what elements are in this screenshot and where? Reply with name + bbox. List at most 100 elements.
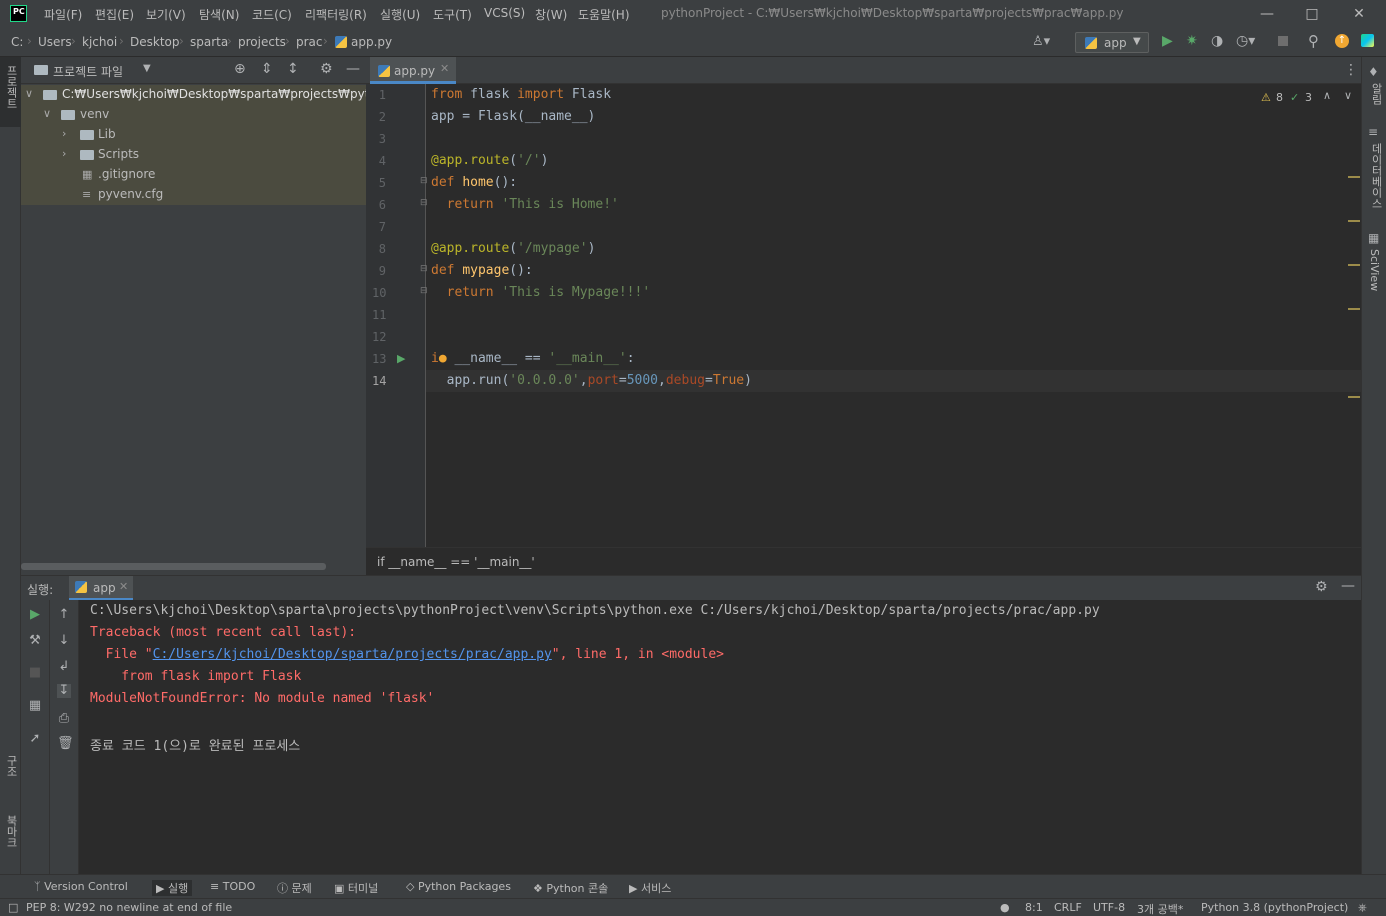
close-window-icon[interactable]: ✕	[1349, 4, 1369, 24]
more-options-icon[interactable]: ⋮	[1344, 62, 1358, 78]
fold-icon[interactable]: ⊟	[420, 264, 428, 274]
warning-stripe[interactable]	[1348, 264, 1360, 266]
arrow-up-icon[interactable]: ↑	[57, 608, 71, 622]
chevron-down-icon[interactable]: ∨	[43, 107, 51, 120]
maximize-icon[interactable]: □	[1302, 4, 1322, 24]
project-tool-tab[interactable]: 프로젝트	[0, 57, 21, 127]
status-message[interactable]: PEP 8: W292 no newline at end of file	[26, 901, 232, 914]
chevron-down-icon[interactable]: ▼	[143, 63, 151, 74]
layout-icon[interactable]: ▦	[28, 699, 42, 713]
status-square-icon[interactable]: □	[8, 901, 18, 914]
breadcrumb-desktop[interactable]: Desktop	[130, 35, 180, 49]
code-breadcrumb[interactable]: if __name__ == '__main__'	[377, 555, 535, 569]
warnings-count[interactable]: 8	[1276, 91, 1283, 104]
breadcrumb-file[interactable]: app.py	[351, 35, 392, 49]
tab-services[interactable]: ▶ 서비스	[629, 880, 671, 896]
run-tab-app[interactable]: app ✕	[69, 576, 133, 601]
print-icon[interactable]: ⎙	[57, 712, 71, 726]
search-icon[interactable]: ⚲	[1308, 32, 1319, 50]
notifications-tool-label[interactable]: 알림	[1368, 83, 1384, 105]
warning-stripe[interactable]	[1348, 396, 1360, 398]
checks-count[interactable]: 3	[1305, 91, 1312, 104]
chevron-down-icon[interactable]: ∨	[25, 87, 33, 100]
gear-icon[interactable]: ⚙	[1315, 579, 1328, 595]
soft-wrap-icon[interactable]: ↲	[57, 660, 71, 674]
bell-icon[interactable]: ♦	[1368, 65, 1379, 79]
breadcrumb-kjchoi[interactable]: kjchoi	[82, 35, 117, 49]
close-tab-icon[interactable]: ✕	[440, 62, 449, 75]
tree-item-gitignore[interactable]: ▦ .gitignore	[21, 165, 366, 185]
tab-version-control[interactable]: ᛉ Version Control	[34, 880, 128, 893]
fold-icon[interactable]: ⊟	[420, 198, 428, 208]
database-tool-label[interactable]: 데이터베이스	[1368, 143, 1384, 209]
breadcrumb-drive[interactable]: C:	[11, 35, 23, 49]
update-icon[interactable]: ↑	[1335, 34, 1349, 48]
hide-panel-icon[interactable]: —	[346, 61, 360, 77]
scroll-to-end-icon[interactable]: ↧	[57, 684, 71, 698]
run-console[interactable]: C:\Users\kjchoi\Desktop\sparta\projects\…	[79, 600, 1361, 874]
line-separator[interactable]: CRLF	[1054, 901, 1082, 914]
gear-icon[interactable]: ⚙	[320, 61, 333, 77]
chevron-right-icon[interactable]: ›	[62, 127, 66, 140]
git-users-icon[interactable]: ●	[1000, 901, 1010, 914]
tree-item-venv[interactable]: ∨ venv	[21, 105, 366, 125]
jetbrains-toolbox-icon[interactable]	[1361, 34, 1374, 47]
menu-navigate[interactable]: 탐색(N)	[199, 6, 239, 23]
menu-vcs[interactable]: VCS(S)	[484, 6, 525, 20]
tab-problems[interactable]: ⓘ 문제	[277, 880, 312, 896]
code-editor[interactable]: 1 2 3 4 5 6 7 8 9 10 11 12 13 14 ▶ ⊟ ⊟ ⊟…	[366, 84, 1361, 547]
warning-stripe[interactable]	[1348, 220, 1360, 222]
breadcrumb-sparta[interactable]: sparta	[190, 35, 228, 49]
menu-help[interactable]: 도움말(H)	[578, 6, 630, 23]
profile-icon[interactable]: ◷▾	[1236, 33, 1255, 49]
chevron-right-icon[interactable]: ›	[62, 147, 66, 160]
wrench-icon[interactable]: ⚒	[28, 634, 42, 648]
coverage-icon[interactable]: ◑	[1211, 33, 1223, 49]
chevron-up-icon[interactable]: ∧	[1323, 89, 1331, 102]
stop-icon[interactable]	[1278, 36, 1288, 46]
warning-stripe[interactable]	[1348, 176, 1360, 178]
bookmarks-tool-label[interactable]: 북마크	[3, 815, 19, 848]
arrow-down-icon[interactable]: ↓	[57, 634, 71, 648]
python-interpreter[interactable]: Python 3.8 (pythonProject)	[1201, 901, 1348, 914]
tab-python-packages[interactable]: ◇ Python Packages	[406, 880, 511, 893]
minimize-icon[interactable]: —	[1257, 4, 1277, 24]
breadcrumb-prac[interactable]: prac	[296, 35, 323, 49]
run-configuration-select[interactable]: app ▼	[1075, 32, 1149, 53]
warning-stripe[interactable]	[1348, 308, 1360, 310]
rerun-icon[interactable]: ▶	[28, 608, 42, 622]
chevron-down-icon[interactable]: ∨	[1344, 89, 1352, 102]
tree-item-scripts[interactable]: › Scripts	[21, 145, 366, 165]
indent-setting[interactable]: 3개 공백*	[1137, 901, 1183, 916]
lock-icon[interactable]: ⎈	[1358, 901, 1367, 915]
fold-icon[interactable]: ⊟	[420, 176, 428, 186]
locate-icon[interactable]: ⊕	[234, 61, 246, 77]
editor-tab-app-py[interactable]: app.py ✕	[370, 57, 456, 84]
run-icon[interactable]: ▶	[1162, 33, 1173, 49]
menu-code[interactable]: 코드(C)	[252, 6, 292, 23]
pin-icon[interactable]: ➚	[28, 732, 42, 746]
expand-all-icon[interactable]: ⇕	[261, 61, 273, 77]
menu-view[interactable]: 보기(V)	[146, 6, 186, 23]
project-view-selector[interactable]: 프로젝트 파일	[53, 63, 123, 80]
debug-icon[interactable]: ✷	[1186, 33, 1198, 49]
check-icon[interactable]: ✓	[1290, 91, 1299, 104]
run-gutter-icon[interactable]: ▶	[397, 352, 405, 365]
file-encoding[interactable]: UTF-8	[1093, 901, 1125, 914]
caret-position[interactable]: 8:1	[1025, 901, 1043, 914]
tree-item-lib[interactable]: › Lib	[21, 125, 366, 145]
menu-window[interactable]: 창(W)	[535, 6, 567, 23]
tab-python-console[interactable]: ❖ Python 콘솔	[533, 880, 608, 896]
structure-tool-label[interactable]: 구조	[3, 755, 19, 777]
hide-panel-icon[interactable]: —	[1341, 578, 1355, 594]
breadcrumb-projects[interactable]: projects	[238, 35, 286, 49]
collapse-all-icon[interactable]: ↕	[287, 61, 299, 77]
menu-file[interactable]: 파일(F)	[44, 6, 82, 23]
sciview-tool-label[interactable]: SciView	[1368, 249, 1381, 291]
menu-tools[interactable]: 도구(T)	[433, 6, 472, 23]
tab-todo[interactable]: ≡ TODO	[210, 880, 255, 893]
warning-icon[interactable]: ⚠	[1261, 91, 1271, 104]
tab-run[interactable]: ▶ 실행	[152, 880, 193, 896]
horizontal-scrollbar[interactable]	[21, 563, 326, 570]
menu-refactor[interactable]: 리팩터링(R)	[305, 6, 367, 23]
